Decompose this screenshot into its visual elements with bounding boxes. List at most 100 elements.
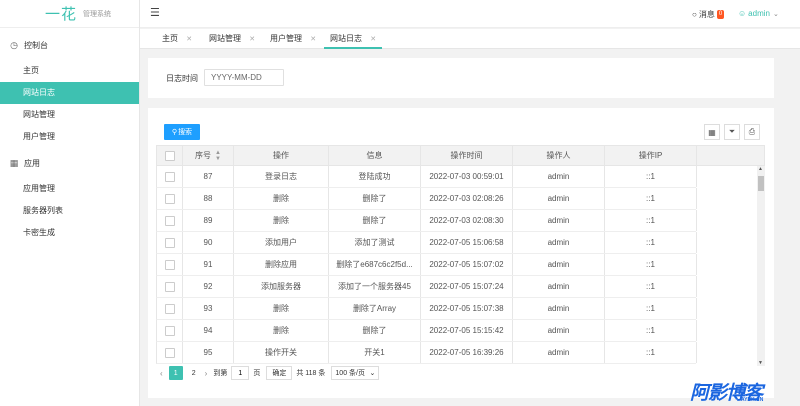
- menu-toggle-icon[interactable]: ☰: [150, 8, 160, 19]
- cell-id: 90: [183, 232, 234, 253]
- cell-action: 登录日志: [234, 166, 329, 187]
- column-header-action: 操作: [234, 146, 329, 165]
- scroll-up-icon[interactable]: ▲: [758, 166, 763, 172]
- user-menu[interactable]: ☺ admin ⌄: [738, 9, 779, 18]
- search-button[interactable]: ⚲ 搜索: [164, 124, 200, 140]
- row-checkbox[interactable]: [164, 171, 175, 182]
- goto-confirm-button[interactable]: 确定: [266, 366, 293, 380]
- tab-site-manage[interactable]: 网站管理 ✕: [209, 29, 255, 49]
- columns-filter-button[interactable]: ▦: [704, 124, 720, 140]
- prev-page-icon[interactable]: ‹: [160, 369, 163, 378]
- sidebar-item-user-manage[interactable]: 用户管理: [0, 126, 139, 148]
- table-row[interactable]: 93 删除 删除了Array 2022-07-05 15:07:38 admin::1: [156, 298, 697, 320]
- next-page-icon[interactable]: ›: [205, 369, 208, 378]
- scrollbar-thumb[interactable]: [758, 176, 764, 191]
- table-row[interactable]: 90 添加用户 添加了测试 2022-07-05 15:06:58 admin::1: [156, 232, 697, 254]
- cell-operator: admin: [513, 254, 605, 275]
- tab-label: 网站管理: [209, 34, 241, 43]
- cell-ip: ::1: [605, 232, 697, 253]
- row-checkbox[interactable]: [164, 193, 175, 204]
- sidebar-item-home[interactable]: 主页: [0, 60, 139, 82]
- cell-action: 删除: [234, 298, 329, 319]
- cell-action-text: 删除: [273, 304, 289, 313]
- sidebar-item-site-manage[interactable]: 网站管理: [0, 104, 139, 126]
- page-button-2[interactable]: 2: [187, 366, 201, 380]
- cell-time-text: 2022-07-05 15:07:24: [429, 282, 504, 291]
- top-bar: ☰ ○ 消息 0 ☺ admin ⌄: [140, 0, 800, 28]
- sidebar-group-console[interactable]: ◷ 控制台: [0, 32, 139, 58]
- watermark-subtext: AYBK.CN: [741, 397, 764, 403]
- cell-action-text: 登录日志: [265, 172, 297, 181]
- row-select: [157, 210, 183, 231]
- close-icon[interactable]: ✕: [249, 36, 255, 43]
- cell-ip-text: ::1: [646, 238, 655, 247]
- app-icon: ▦: [9, 157, 19, 168]
- date-filter-input[interactable]: [204, 69, 284, 86]
- table-row[interactable]: 88 删除 删除了 2022-07-03 02:08:26 admin::1: [156, 188, 697, 210]
- cell-time: 2022-07-05 15:07:24: [421, 276, 513, 297]
- export-button[interactable]: ⏷: [724, 124, 740, 140]
- cell-operator-text: admin: [547, 172, 570, 181]
- goto-page-input[interactable]: [231, 366, 250, 380]
- table-row[interactable]: 92 添加服务器 添加了一个服务器45 2022-07-05 15:07:24 admi…: [156, 276, 697, 298]
- chevron-down-icon: ⌄: [772, 10, 779, 18]
- row-select: [157, 298, 183, 319]
- tab-home[interactable]: 主页 ✕: [162, 29, 192, 49]
- tab-label: 主页: [162, 34, 178, 43]
- cell-info-text: 添加了一个服务器45: [338, 282, 411, 291]
- row-checkbox[interactable]: [164, 325, 175, 336]
- sidebar-group-apps[interactable]: ▦ 应用: [0, 150, 139, 176]
- row-checkbox[interactable]: [164, 215, 175, 226]
- tab-user-manage[interactable]: 用户管理 ✕: [270, 29, 316, 49]
- table-row[interactable]: 89 删除 删除了 2022-07-03 02:08:30 admin::1: [156, 210, 697, 232]
- sidebar-item-site-log[interactable]: 网站日志: [0, 82, 139, 104]
- cell-time-text: 2022-07-05 15:15:42: [429, 326, 504, 335]
- messages-button[interactable]: ○ 消息 0: [692, 9, 725, 20]
- cell-action: 添加服务器: [234, 276, 329, 297]
- row-checkbox[interactable]: [164, 347, 175, 358]
- sidebar-item-card-generate[interactable]: 卡密生成: [0, 222, 139, 244]
- logo[interactable]: 一花 管理系统: [0, 0, 139, 28]
- cell-id: 87: [183, 166, 234, 187]
- row-checkbox[interactable]: [164, 259, 175, 270]
- cell-time: 2022-07-05 15:07:38: [421, 298, 513, 319]
- sidebar-item-app-manage[interactable]: 应用管理: [0, 178, 139, 200]
- cell-ip-text: ::1: [646, 260, 655, 269]
- page-button-1[interactable]: 1: [168, 366, 183, 380]
- columns-icon: ▦: [708, 127, 716, 137]
- column-label: 操作时间: [450, 151, 483, 160]
- table-scrollbar[interactable]: ▲ ▼: [757, 166, 765, 366]
- sidebar-item-server-list[interactable]: 服务器列表: [0, 200, 139, 222]
- sort-icon[interactable]: ▲ ▼: [215, 150, 221, 162]
- close-icon[interactable]: ✕: [310, 36, 316, 43]
- table-row[interactable]: 91 删除应用 删除了e687c6c2f5d... 2022-07-05 15:07:…: [156, 254, 697, 276]
- cell-id-text: 88: [203, 194, 213, 203]
- column-header-id[interactable]: 序号 ▲ ▼: [183, 146, 234, 165]
- page-size-select[interactable]: 100 条/页 ⌄: [331, 366, 380, 380]
- export-icon: ⏷: [728, 127, 736, 136]
- column-header-operator: 操作人: [513, 146, 605, 165]
- table-row[interactable]: 87 登录日志 登陆成功 2022-07-03 00:59:01 admin::1: [156, 166, 697, 188]
- select-all-checkbox[interactable]: [164, 150, 175, 161]
- close-icon[interactable]: ✕: [186, 36, 192, 43]
- close-icon[interactable]: ✕: [370, 36, 376, 43]
- cell-ip-text: ::1: [646, 216, 655, 225]
- tab-site-log[interactable]: 网站日志 ✕: [324, 29, 383, 49]
- cell-time-text: 2022-07-05 15:06:58: [429, 238, 504, 247]
- column-header-time: 操作时间: [421, 146, 513, 165]
- cell-ip: ::1: [605, 210, 697, 231]
- row-checkbox[interactable]: [164, 303, 175, 314]
- messages-label: 消息: [698, 10, 715, 19]
- cell-action-text: 删除: [273, 194, 289, 203]
- scroll-down-icon[interactable]: ▼: [758, 360, 763, 366]
- print-button[interactable]: ⎙: [744, 124, 760, 140]
- log-table-panel: ⚲ 搜索 ▦ ⏷ ⎙ 序号 ▲ ▼ 操作 信息 操作时间 操作人 操作IP 87…: [148, 108, 774, 398]
- row-checkbox[interactable]: [164, 237, 175, 248]
- row-select: [157, 254, 183, 275]
- table-row[interactable]: 94 删除 删除了 2022-07-05 15:15:42 admin::1: [156, 320, 697, 342]
- row-checkbox[interactable]: [164, 281, 175, 292]
- cell-operator-text: admin: [547, 326, 570, 335]
- cell-time-text: 2022-07-03 00:59:01: [429, 172, 504, 181]
- cell-action-text: 添加服务器: [261, 282, 301, 291]
- table-row[interactable]: 95 操作开关 开关1 2022-07-05 16:39:26 admin::1: [156, 342, 697, 364]
